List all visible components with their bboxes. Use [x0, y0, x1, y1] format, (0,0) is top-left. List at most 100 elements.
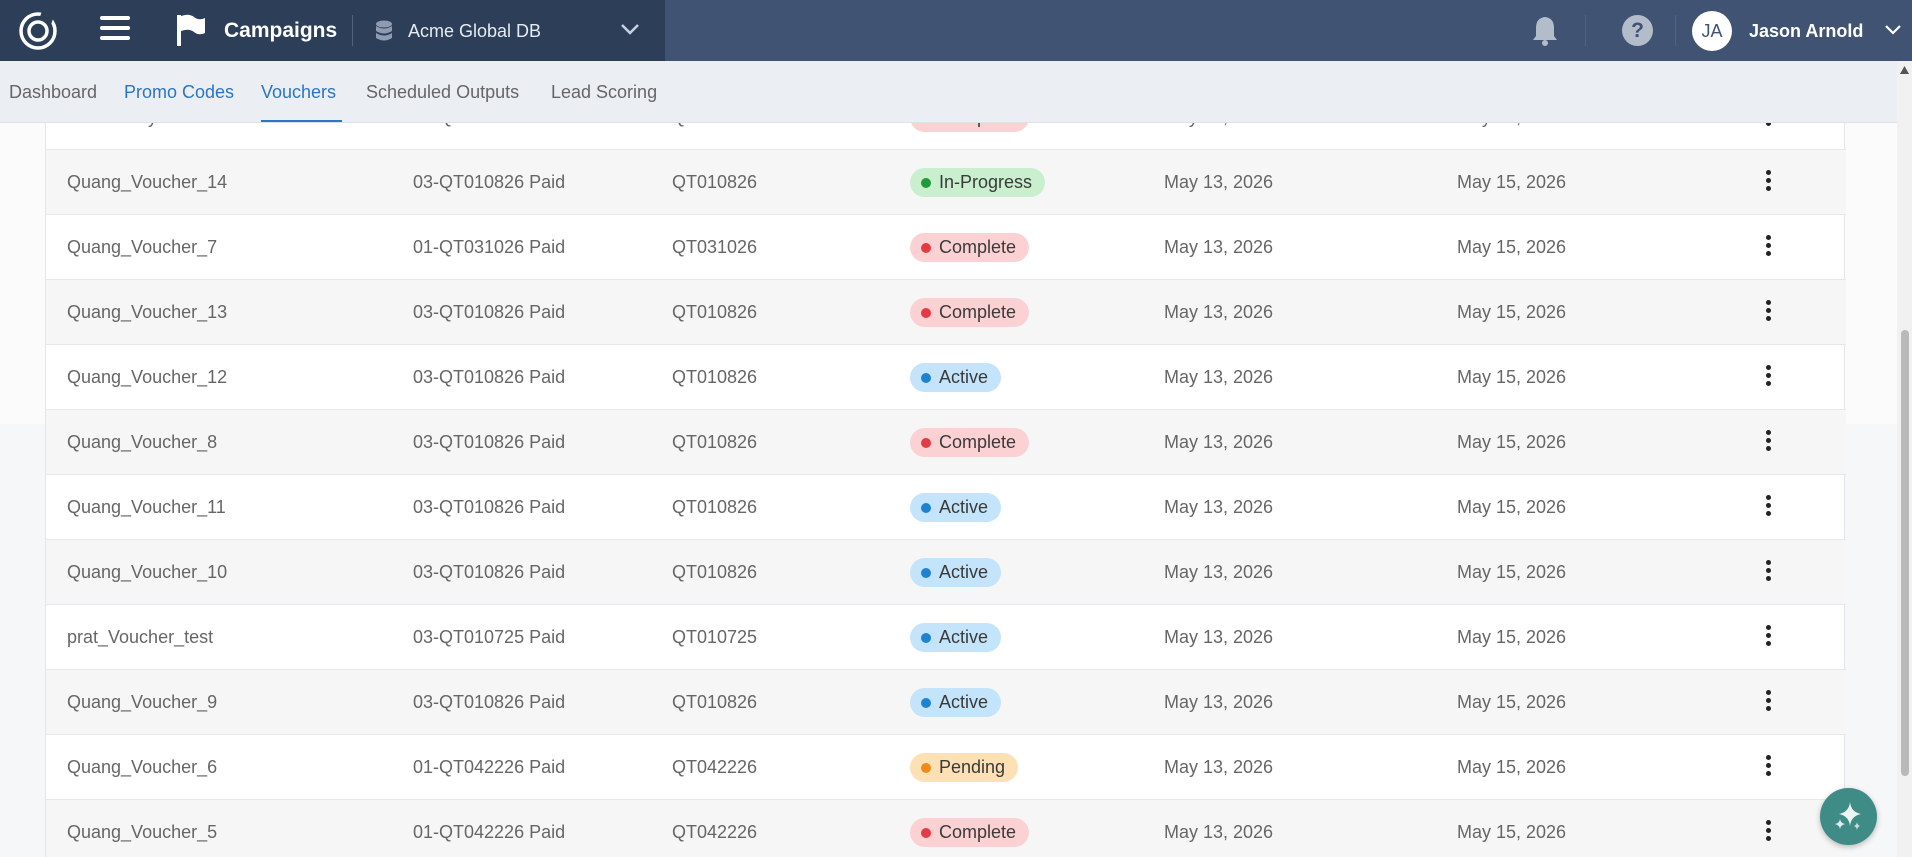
status-label: Active: [939, 627, 989, 647]
end-date: May 15, 2026: [1457, 367, 1567, 387]
voucher-code: 03-QT010725 Paid: [413, 627, 566, 647]
hamburger-icon[interactable]: [100, 16, 130, 44]
end-date: May 15, 2026: [1457, 757, 1567, 777]
table-row[interactable]: prat_Voucher_test 03-QT010725 Paid QT01072…: [46, 605, 1846, 670]
voucher-code: 03-QT010826 Paid: [413, 172, 566, 192]
app-logo-icon[interactable]: [18, 11, 58, 51]
end-date: May 15, 2026: [1457, 172, 1567, 192]
table-row[interactable]: Quang_Voucher_9 03-QT010826 Paid QT010826 A…: [46, 670, 1846, 735]
end-date: May 15, 2026: [1457, 822, 1567, 842]
start-date: May 13, 2026: [1164, 237, 1274, 257]
voucher-reference: QT010826: [672, 432, 758, 452]
sub-navigation: Dashboard Promo Codes Vouchers Scheduled…: [0, 61, 1897, 123]
end-date: May 15, 2026: [1457, 627, 1567, 647]
table-row[interactable]: Quang_Voucher_8 03-QT010826 Paid QT010826 C…: [46, 410, 1846, 475]
start-date: May 13, 2026: [1164, 367, 1274, 387]
status-badge: In-Progress: [910, 168, 1046, 197]
tab-vouchers[interactable]: Vouchers: [261, 82, 336, 103]
voucher-reference: QT010826: [672, 692, 758, 712]
status-dot-icon: [921, 568, 931, 578]
status-badge: Active: [910, 558, 1002, 587]
start-date: May 13, 2026: [1164, 757, 1274, 777]
end-date: May 15, 2026: [1457, 302, 1567, 322]
row-actions-icon[interactable]: [1763, 560, 1773, 584]
bell-icon[interactable]: [1531, 15, 1559, 46]
end-date: May 15, 2026: [1457, 562, 1567, 582]
status-label: Complete: [939, 432, 1017, 452]
flag-icon: [177, 14, 205, 46]
row-actions-icon[interactable]: [1763, 365, 1773, 389]
status-label: Active: [939, 367, 989, 387]
status-badge: Complete: [910, 428, 1030, 457]
voucher-name: ENDelivery test: [67, 123, 191, 150]
start-date: May 13, 2026: [1164, 302, 1274, 322]
voucher-reference: QT031026: [672, 237, 758, 257]
tab-dashboard[interactable]: Dashboard: [9, 82, 97, 103]
table-row[interactable]: Quang_Voucher_13 03-QT010826 Paid QT010826…: [46, 280, 1846, 345]
help-icon[interactable]: ?: [1622, 15, 1653, 46]
status-label: Complete: [939, 302, 1017, 322]
row-actions-icon[interactable]: [1763, 235, 1773, 259]
status-badge: Complete: [910, 298, 1030, 327]
avatar[interactable]: JA: [1692, 11, 1732, 51]
row-actions-icon[interactable]: [1763, 625, 1773, 649]
row-actions-icon[interactable]: [1763, 755, 1773, 779]
table-row[interactable]: ENDelivery test 03-QT010826 Paid QT010826 C…: [46, 123, 1846, 150]
assistant-button[interactable]: [1820, 788, 1877, 845]
app-title: Campaigns: [224, 19, 338, 42]
status-dot-icon: [921, 373, 931, 383]
status-label: Pending: [939, 757, 1006, 777]
status-badge: Pending: [910, 753, 1019, 782]
row-actions-icon[interactable]: [1763, 820, 1773, 844]
divider: [1675, 15, 1676, 46]
end-date: May 15, 2026: [1457, 497, 1567, 517]
scrollbar-thumb[interactable]: [1901, 330, 1909, 776]
voucher-reference: QT010826: [672, 367, 758, 387]
start-date: May 13, 2026: [1164, 822, 1274, 842]
table-row[interactable]: Quang_Voucher_11 03-QT010826 Paid QT010826…: [46, 475, 1846, 540]
table-row[interactable]: Quang_Voucher_6 01-QT042226 Paid QT042226 P…: [46, 735, 1846, 800]
database-icon: [376, 20, 392, 41]
voucher-code: 03-QT010826 Paid: [413, 302, 566, 322]
table-row[interactable]: Quang_Voucher_12 03-QT010826 Paid QT010826…: [46, 345, 1846, 410]
row-actions-icon[interactable]: [1763, 123, 1773, 129]
start-date: May 13, 2026: [1164, 562, 1274, 582]
row-actions-icon[interactable]: [1763, 495, 1773, 519]
status-dot-icon: [921, 633, 931, 643]
sparkle-icon: [1835, 802, 1861, 830]
row-actions-icon[interactable]: [1763, 690, 1773, 714]
status-badge: Active: [910, 363, 1002, 392]
tab-lead-scoring[interactable]: Lead Scoring: [551, 82, 657, 103]
status-badge: Active: [910, 688, 1002, 717]
voucher-code: 01-QT042226 Paid: [413, 757, 566, 777]
table-row[interactable]: Quang_Voucher_10 03-QT010826 Paid QT010826…: [46, 540, 1846, 605]
status-badge: Active: [910, 623, 1002, 652]
table-row[interactable]: Quang_Voucher_7 01-QT031026 Paid QT031026 C…: [46, 215, 1846, 280]
user-name[interactable]: Jason Arnold: [1749, 21, 1863, 42]
voucher-name: Quang_Voucher_10: [67, 562, 228, 582]
voucher-reference: QT010826: [672, 172, 758, 192]
row-actions-icon[interactable]: [1763, 430, 1773, 454]
voucher-reference: QT010826: [672, 562, 758, 582]
row-actions-icon[interactable]: [1763, 300, 1773, 324]
database-selector[interactable]: Acme Global DB: [408, 21, 541, 42]
chevron-down-icon[interactable]: [1884, 24, 1902, 36]
voucher-code: 01-QT031026 Paid: [413, 237, 566, 257]
table-row[interactable]: Quang_Voucher_5 01-QT042226 Paid QT042226 C…: [46, 800, 1846, 857]
voucher-reference: QT010826: [672, 302, 758, 322]
voucher-code: 03-QT010826 Paid: [413, 692, 566, 712]
start-date: May 12, 2026: [1164, 123, 1273, 150]
voucher-name: prat_Voucher_test: [67, 627, 214, 647]
divider: [352, 15, 353, 46]
status-dot-icon: [921, 828, 931, 838]
table-row[interactable]: Quang_Voucher_14 03-QT010826 Paid QT010826…: [46, 150, 1846, 215]
voucher-reference: QT042226: [672, 822, 758, 842]
status-dot-icon: [921, 763, 931, 773]
row-actions-icon[interactable]: [1763, 170, 1773, 194]
voucher-name: Quang_Voucher_12: [67, 367, 228, 387]
scroll-up-arrow[interactable]: [1900, 66, 1909, 74]
tab-promo-codes[interactable]: Promo Codes: [124, 82, 234, 103]
chevron-down-icon[interactable]: [620, 22, 640, 36]
status-label: Complete: [939, 123, 1016, 127]
tab-scheduled-outputs[interactable]: Scheduled Outputs: [366, 82, 519, 103]
